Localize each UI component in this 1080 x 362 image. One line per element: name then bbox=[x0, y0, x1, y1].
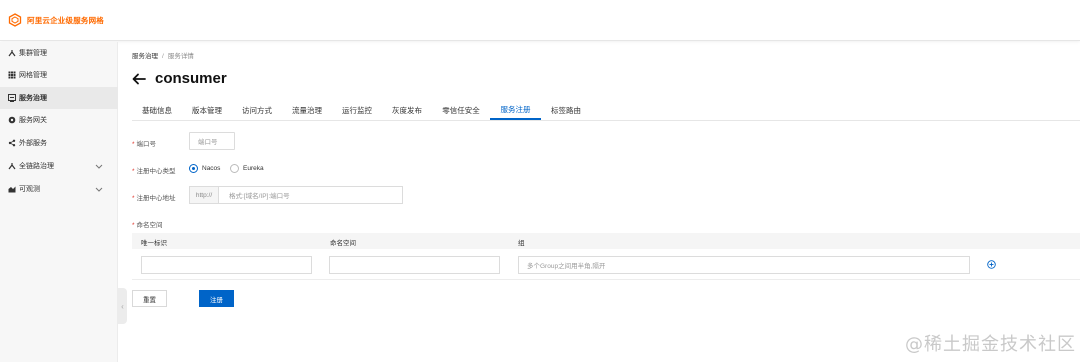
sidebar: 集群管理 网格管理 服务治理 服务网关 外部服务 全链路治理 可观测 bbox=[0, 42, 118, 362]
port-label: * 端口号 bbox=[132, 141, 157, 148]
sidebar-item-gateway[interactable]: 服务网关 bbox=[0, 109, 118, 131]
link-icon bbox=[8, 162, 16, 170]
unique-id-input[interactable] bbox=[141, 256, 312, 274]
sidebar-item-label: 网格管理 bbox=[19, 72, 47, 79]
registry-address-input[interactable]: 格式:[域名/IP]:端口号 bbox=[219, 190, 290, 200]
sidebar-item-governance[interactable]: 服务治理 bbox=[0, 87, 118, 109]
group-input[interactable]: 多个Group之间用半角,隔开 bbox=[518, 256, 970, 274]
tab-service-registration[interactable]: 服务注册 bbox=[490, 101, 541, 120]
port-input[interactable]: 端口号 bbox=[189, 132, 235, 150]
sidebar-item-full-link[interactable]: 全链路治理 bbox=[0, 155, 118, 177]
column-header: 组 bbox=[518, 240, 525, 247]
radio-checked-icon bbox=[189, 164, 198, 173]
sidebar-collapse-handle[interactable]: ‹ bbox=[118, 288, 127, 324]
sidebar-item-label: 全链路治理 bbox=[19, 163, 54, 170]
reset-button[interactable]: 重置 bbox=[132, 290, 167, 307]
registry-type-label: * 注册中心类型 bbox=[132, 168, 176, 175]
logo[interactable]: 阿里云企业级服务网格 bbox=[8, 13, 104, 27]
table-row: 多个Group之间用半角,隔开 bbox=[132, 250, 1080, 280]
app-title: 阿里云企业级服务网格 bbox=[27, 15, 104, 25]
sidebar-item-external[interactable]: 外部服务 bbox=[0, 132, 118, 154]
sidebar-item-label: 可观测 bbox=[19, 186, 40, 193]
radio-eureka[interactable]: Eureka bbox=[230, 164, 264, 173]
logo-icon bbox=[8, 13, 22, 27]
sidebar-item-label: 外部服务 bbox=[19, 140, 47, 147]
registry-address-field[interactable]: http:// 格式:[域名/IP]:端口号 bbox=[189, 186, 403, 204]
sidebar-item-mesh[interactable]: 网格管理 bbox=[0, 64, 118, 86]
sidebar-item-label: 服务治理 bbox=[19, 95, 47, 102]
top-bar: 阿里云企业级服务网格 bbox=[0, 0, 1080, 41]
radio-nacos[interactable]: Nacos bbox=[189, 164, 220, 173]
tab-bar: 基础信息 版本管理 访问方式 流量治理 运行监控 灰度发布 零信任安全 服务注册… bbox=[132, 101, 1080, 121]
add-row-icon[interactable] bbox=[987, 260, 996, 269]
breadcrumb-current: 服务详情 bbox=[167, 53, 194, 60]
namespace-label: * 命名空间 bbox=[132, 222, 163, 229]
tab-zero-trust-security[interactable]: 零信任安全 bbox=[432, 101, 490, 120]
radio-unchecked-icon bbox=[230, 164, 239, 173]
column-header: 唯一标识 bbox=[141, 240, 167, 247]
chart-icon bbox=[8, 185, 16, 193]
namespace-input[interactable] bbox=[329, 256, 500, 274]
required-mark: * bbox=[132, 141, 135, 148]
tab-canary-release[interactable]: 灰度发布 bbox=[382, 101, 432, 120]
back-arrow-icon[interactable] bbox=[131, 71, 147, 87]
required-mark: * bbox=[132, 222, 135, 229]
chevron-down-icon[interactable] bbox=[94, 161, 104, 171]
sidebar-item-observability[interactable]: 可观测 bbox=[0, 178, 118, 200]
chevron-down-icon[interactable] bbox=[94, 184, 104, 194]
tab-basic-info[interactable]: 基础信息 bbox=[132, 101, 182, 120]
tab-version-management[interactable]: 版本管理 bbox=[182, 101, 232, 120]
registry-address-label: * 注册中心地址 bbox=[132, 195, 176, 202]
breadcrumb-parent-link[interactable]: 服务治理 bbox=[132, 53, 158, 60]
governance-icon bbox=[8, 94, 16, 102]
tab-runtime-monitoring[interactable]: 运行监控 bbox=[332, 101, 382, 120]
sidebar-item-label: 集群管理 bbox=[19, 50, 47, 57]
namespace-table-header: 唯一标识 命名空间 组 bbox=[132, 233, 1080, 249]
address-prefix: http:// bbox=[190, 187, 219, 203]
sidebar-item-cluster[interactable]: 集群管理 bbox=[0, 42, 118, 64]
share-icon bbox=[8, 139, 16, 147]
page-title: consumer bbox=[155, 70, 227, 87]
watermark: @稀土掘金技术社区 bbox=[905, 334, 1076, 355]
required-mark: * bbox=[132, 168, 135, 175]
sidebar-item-label: 服务网关 bbox=[19, 117, 47, 124]
chevron-left-icon: ‹ bbox=[121, 301, 124, 311]
register-button[interactable]: 注册 bbox=[199, 290, 234, 307]
column-header: 命名空间 bbox=[330, 240, 356, 247]
tab-access-method[interactable]: 访问方式 bbox=[232, 101, 282, 120]
tab-label-routing[interactable]: 标签路由 bbox=[541, 101, 591, 120]
breadcrumb: 服务治理 / 服务详情 bbox=[132, 50, 194, 60]
cluster-icon bbox=[8, 49, 16, 57]
tab-traffic-governance[interactable]: 流量治理 bbox=[282, 101, 332, 120]
breadcrumb-separator: / bbox=[162, 53, 164, 60]
required-mark: * bbox=[132, 195, 135, 202]
gateway-icon bbox=[8, 116, 16, 124]
grid-icon bbox=[8, 71, 16, 79]
